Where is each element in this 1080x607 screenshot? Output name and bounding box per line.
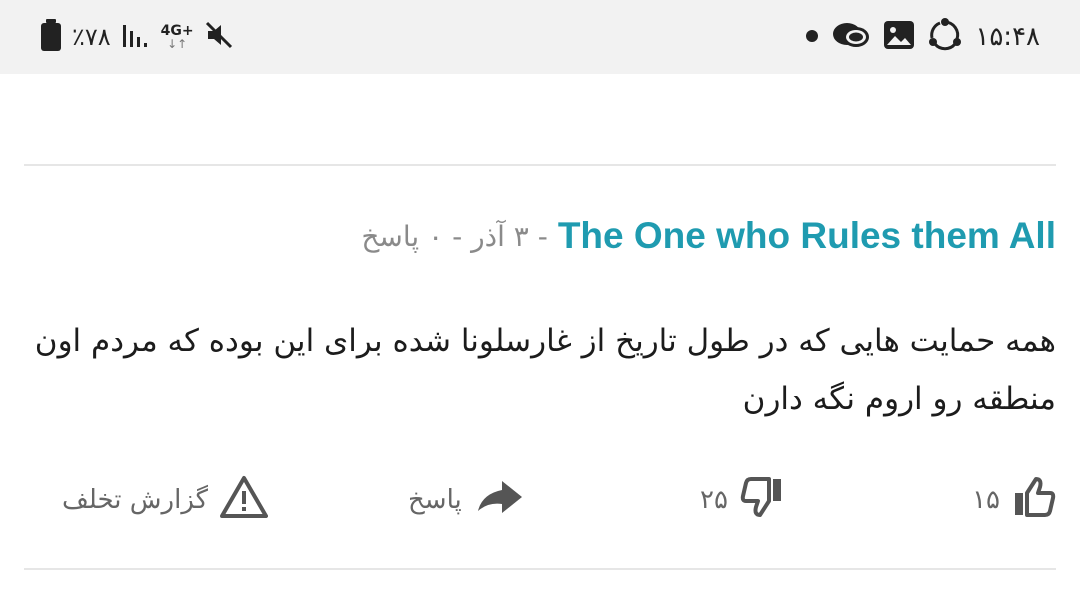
dislike-count: ۲۵ xyxy=(700,485,728,515)
thumbs-up-icon xyxy=(1012,475,1056,526)
status-bar: ٪۷۸ 4G+ ↓↑ ۱۵:۴۸ xyxy=(0,0,1080,74)
dislike-button[interactable]: ۲۵ xyxy=(700,468,784,532)
like-button[interactable]: ۱۵ xyxy=(972,468,1056,532)
comment-date-replies: - ۳ آذر - ۰ پاسخ xyxy=(361,219,548,253)
status-time: ۱۵:۴۸ xyxy=(975,22,1040,52)
reply-icon xyxy=(474,477,524,524)
comment-text: همه حمایت هایی که در طول تاریخ از غارسلو… xyxy=(34,323,1056,417)
mute-icon xyxy=(204,20,234,54)
signal-icon xyxy=(121,21,151,53)
report-button[interactable]: گزارش تخلف xyxy=(62,468,269,532)
reply-button[interactable]: پاسخ xyxy=(408,468,524,532)
sync-icon xyxy=(927,17,963,57)
reply-label: پاسخ xyxy=(408,485,462,515)
like-count: ۱۵ xyxy=(972,485,1000,515)
notification-dot xyxy=(805,28,819,47)
network-label: 4G+ xyxy=(160,23,194,39)
image-icon xyxy=(883,20,915,54)
comment-meta: The One who Rules them All - ۳ آذر - ۰ پ… xyxy=(361,208,1056,264)
divider-bottom xyxy=(24,568,1056,570)
network-arrows: ↓↑ xyxy=(167,37,188,51)
comment-author[interactable]: The One who Rules them All xyxy=(558,215,1056,257)
divider-top xyxy=(24,164,1056,166)
battery-percentage: ٪۷۸ xyxy=(72,23,111,51)
network-type: 4G+ ↓↑ xyxy=(161,24,194,50)
chat-bubbles-icon xyxy=(831,20,871,54)
battery-icon xyxy=(40,18,62,56)
report-label: گزارش تخلف xyxy=(62,485,209,515)
comment-actions: ۱۵ ۲۵ پاسخ گزارش تخلف xyxy=(0,468,1080,532)
status-bar-left: ٪۷۸ 4G+ ↓↑ xyxy=(40,0,234,74)
thumbs-down-icon xyxy=(740,475,784,526)
status-bar-right: ۱۵:۴۸ xyxy=(805,0,1040,74)
warning-icon xyxy=(220,475,269,526)
